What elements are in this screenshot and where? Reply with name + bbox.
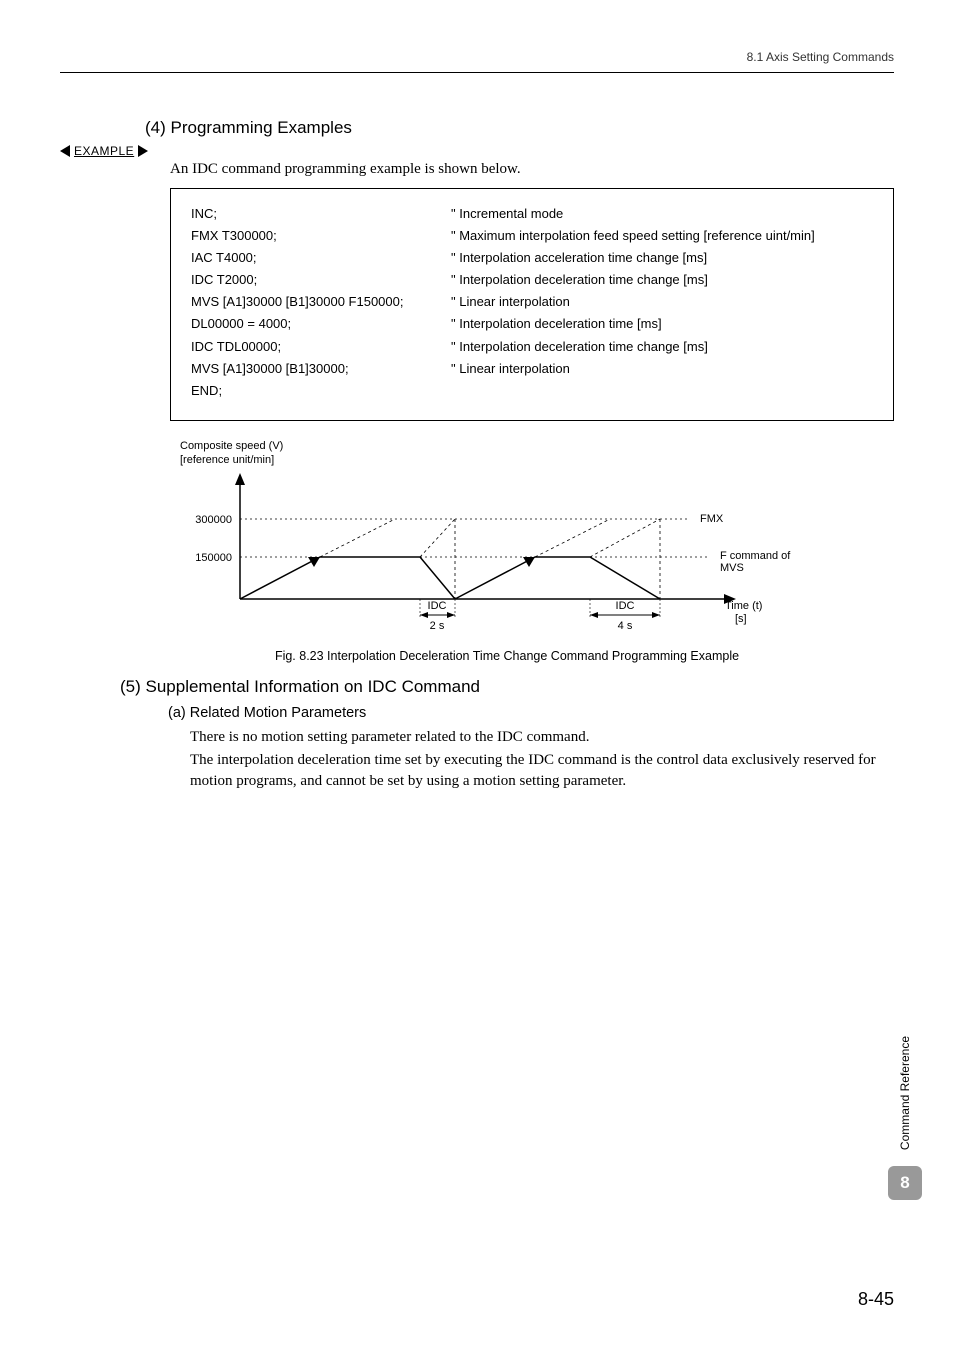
code-cmd: INC;: [191, 203, 451, 225]
triangle-right-icon: [138, 145, 148, 157]
chart-container: Composite speed (V) [reference unit/min]…: [170, 439, 810, 640]
header-rule: [60, 72, 894, 73]
code-comment: " Interpolation deceleration time change…: [451, 336, 881, 358]
chart-fmx-label: FMX: [700, 513, 724, 525]
heading-5: (5) Supplemental Information on IDC Comm…: [120, 677, 894, 697]
chart-idc2-duration: 4 s: [618, 620, 633, 632]
code-example-box: INC;" Incremental mode FMX T300000;" Max…: [170, 188, 894, 421]
code-comment: " Interpolation deceleration time [ms]: [451, 313, 881, 335]
code-cmd: MVS [A1]30000 [B1]30000 F150000;: [191, 291, 451, 313]
chart-idc2-label: IDC: [616, 600, 635, 612]
chart-yaxis-title-1: Composite speed (V): [180, 440, 283, 452]
chart-ytick-150000: 150000: [195, 552, 232, 564]
code-comment: " Linear interpolation: [451, 291, 881, 313]
chart-idc1-duration: 2 s: [430, 620, 445, 632]
chapter-badge: 8: [888, 1166, 922, 1200]
code-comment: " Interpolation deceleration time change…: [451, 269, 881, 291]
figure-caption: Fig. 8.23 Interpolation Deceleration Tim…: [120, 649, 894, 663]
example-label: EXAMPLE: [74, 144, 134, 158]
chart-xaxis-title-1: Time (t): [725, 600, 762, 612]
page-number: 8-45: [858, 1289, 894, 1310]
chart-fcmd-label-1: F command of: [720, 550, 791, 562]
side-tab-label: Command Reference: [898, 1036, 912, 1150]
chart-xaxis-title-2: [s]: [735, 613, 747, 625]
code-cmd: IDC T2000;: [191, 269, 451, 291]
chart-fcmd-label-2: MVS: [720, 562, 744, 574]
code-cmd: IDC TDL00000;: [191, 336, 451, 358]
intro-text: An IDC command programming example is sh…: [170, 161, 894, 178]
triangle-left-icon: [60, 145, 70, 157]
code-comment: [451, 380, 881, 402]
body-paragraph: There is no motion setting parameter rel…: [190, 727, 894, 748]
chart-idc1-label: IDC: [428, 600, 447, 612]
header-section-path: 8.1 Axis Setting Commands: [60, 50, 894, 72]
chart-svg: 300000 150000 FMX F command of MVS: [170, 469, 810, 639]
code-cmd: FMX T300000;: [191, 225, 451, 247]
code-cmd: MVS [A1]30000 [B1]30000;: [191, 358, 451, 380]
code-cmd: END;: [191, 380, 451, 402]
subheading-a: (a) Related Motion Parameters: [168, 705, 894, 721]
body-paragraph: The interpolation deceleration time set …: [190, 750, 894, 792]
code-comment: " Linear interpolation: [451, 358, 881, 380]
heading-4: (4) Programming Examples: [145, 118, 894, 138]
code-cmd: DL00000 = 4000;: [191, 313, 451, 335]
code-comment: " Incremental mode: [451, 203, 881, 225]
chart-yaxis-title-2: [reference unit/min]: [180, 454, 274, 466]
chart-ytick-300000: 300000: [195, 514, 232, 526]
example-marker: EXAMPLE: [60, 144, 894, 158]
code-comment: " Maximum interpolation feed speed setti…: [451, 225, 881, 247]
code-comment: " Interpolation acceleration time change…: [451, 247, 881, 269]
code-cmd: IAC T4000;: [191, 247, 451, 269]
